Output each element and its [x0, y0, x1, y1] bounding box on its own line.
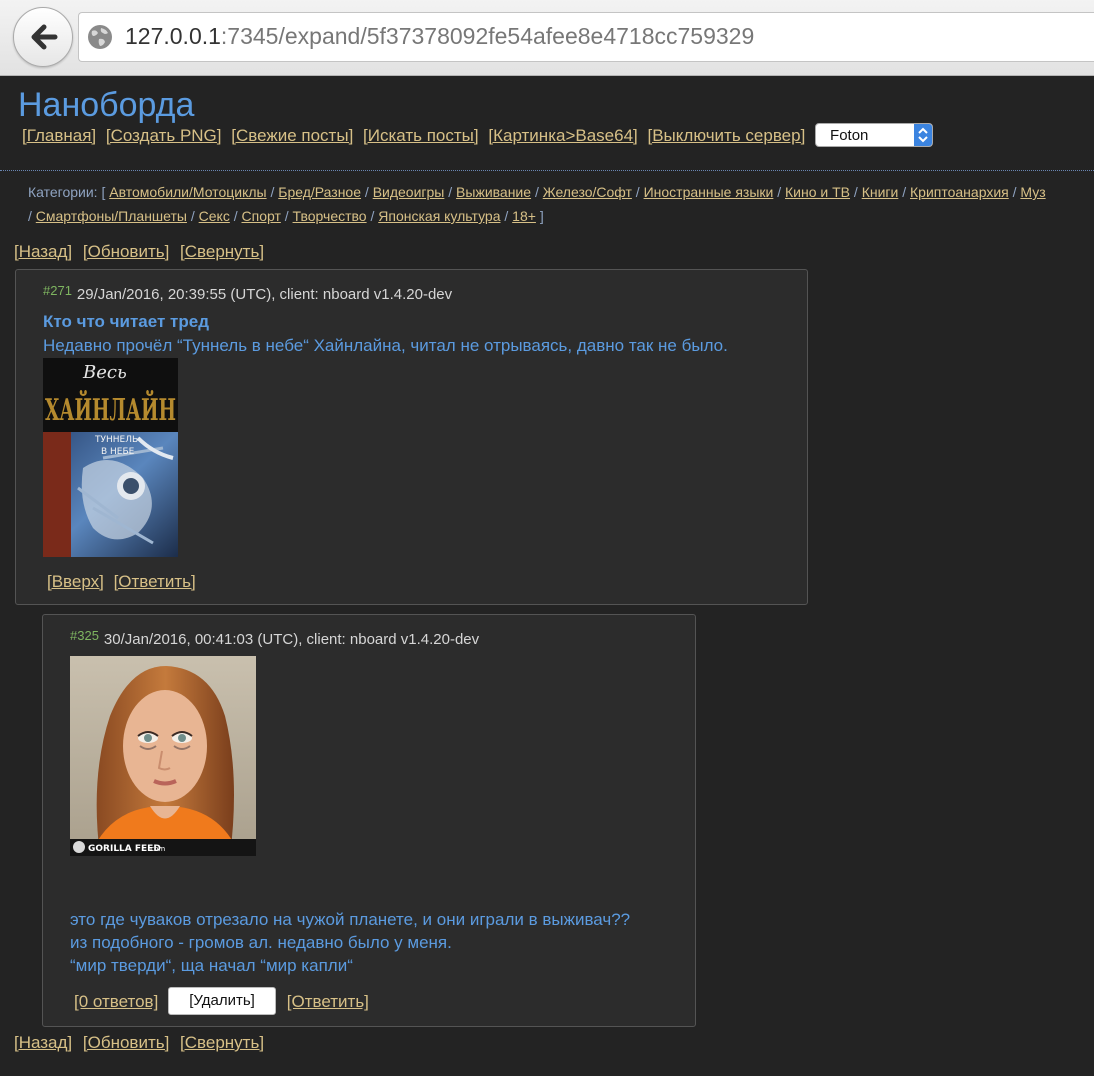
browser-toolbar: 127.0.0.1:7345/expand/5f37378092fe54afee…	[0, 0, 1094, 76]
refresh-link[interactable]: [Обновить]	[83, 1033, 169, 1052]
cover-series-text: Весь	[82, 362, 127, 383]
refresh-link[interactable]: [Обновить]	[83, 242, 169, 261]
post-meta: 29/Jan/2016, 20:39:55 (UTC), client: nbo…	[76, 286, 453, 303]
category-link[interactable]: Бред/Разное	[278, 184, 361, 200]
back-link[interactable]: [Назад]	[14, 1033, 72, 1052]
nav-home[interactable]: [Главная]	[22, 126, 96, 145]
categories-row-2: / Смартфоны/Планшеты / Секс / Спорт / Тв…	[28, 204, 1094, 228]
post-text-line: Недавно прочёл “Туннель в небе“ Хайнлайн…	[43, 336, 728, 355]
category-link[interactable]: Смартфоны/Планшеты	[36, 208, 187, 224]
separator: /	[233, 208, 238, 224]
page: Нанoборда [Главная] [Создать PNG] [Свежи…	[0, 76, 1094, 1076]
post-actions: [Вверх] [Ответить]	[47, 572, 201, 592]
category-link[interactable]: Видеоигры	[373, 184, 445, 200]
separator: /	[448, 184, 453, 200]
reply-link[interactable]: [Ответить]	[114, 572, 196, 591]
post-actions: [0 ответов] [Удалить] [Ответить]	[74, 987, 374, 1017]
categories-row-1: Категории: [ Автомобили/Мотоциклы / Бред…	[28, 180, 1094, 204]
post-subject: Кто что читает тред	[43, 312, 209, 331]
separator: /	[635, 184, 640, 200]
divider	[0, 170, 1094, 171]
category-link[interactable]: Кино и ТВ	[785, 184, 850, 200]
watermark-suffix: .com	[148, 845, 165, 853]
bracket-open: [	[101, 184, 106, 200]
nav-create-png[interactable]: [Создать PNG]	[106, 126, 222, 145]
theme-select-value: Foton	[830, 126, 869, 144]
category-link[interactable]: Японская культура	[378, 208, 500, 224]
post-header: #271 29/Jan/2016, 20:39:55 (UTC), client:…	[43, 283, 453, 303]
separator: /	[284, 208, 289, 224]
top-link[interactable]: [Вверх]	[47, 572, 104, 591]
categories-label: Категории:	[28, 184, 98, 200]
theme-select[interactable]: Foton	[815, 122, 934, 147]
cover-title-line-1: ТУННЕЛЬ	[94, 435, 138, 445]
main-nav: [Главная] [Создать PNG] [Свежие посты] […	[22, 122, 934, 147]
nav-image-base64[interactable]: [Картинка>Base64]	[488, 126, 637, 145]
post-text: Недавно прочёл “Туннель в небе“ Хайнлайн…	[43, 334, 728, 357]
separator: /	[190, 208, 195, 224]
back-arrow-icon	[31, 24, 58, 50]
reply-post: #325 30/Jan/2016, 00:41:03 (UTC), client:…	[42, 614, 696, 1027]
bracket-close: ]	[539, 208, 544, 224]
reply-link[interactable]: [Ответить]	[287, 992, 369, 1011]
address-bar[interactable]: 127.0.0.1:7345/expand/5f37378092fe54afee…	[78, 12, 1094, 62]
separator: /	[534, 184, 539, 200]
nav-search-posts[interactable]: [Искать посты]	[363, 126, 479, 145]
categories: Категории: [ Автомобили/Мотоциклы / Бред…	[28, 180, 1094, 228]
category-link[interactable]: Книги	[862, 184, 899, 200]
thread-toolbar-top: [Назад] [Обновить] [Свернуть]	[14, 242, 270, 262]
category-link[interactable]: Секс	[199, 208, 230, 224]
post-text-line: “мир тверди“, ща начал “мир капли“	[70, 956, 353, 975]
thread-toolbar-bottom: [Назад] [Обновить] [Свернуть]	[14, 1033, 270, 1053]
book-cover-image[interactable]: Весь ХАЙНЛАЙН ТУННЕЛЬ В НЕБЕ	[43, 358, 178, 557]
collapse-link[interactable]: [Свернуть]	[180, 242, 264, 261]
category-link[interactable]: Выживание	[456, 184, 531, 200]
nav-shutdown-server[interactable]: [Выключить сервер]	[648, 126, 806, 145]
separator: /	[853, 184, 858, 200]
separator: /	[364, 184, 369, 200]
back-link[interactable]: [Назад]	[14, 242, 72, 261]
back-button[interactable]	[13, 7, 73, 67]
post-text-line: это где чуваков отрезало на чужой планет…	[70, 910, 631, 929]
select-arrows-icon	[914, 123, 933, 146]
category-link[interactable]: Автомобили/Мотоциклы	[109, 184, 266, 200]
separator: /	[370, 208, 375, 224]
photo-image[interactable]: GORILLA FEED .com	[70, 656, 256, 856]
post-number[interactable]: #325	[70, 628, 99, 643]
category-link[interactable]: Иностранные языки	[644, 184, 774, 200]
delete-button[interactable]: [Удалить]	[168, 987, 277, 1015]
nav-fresh-posts[interactable]: [Свежие посты]	[231, 126, 353, 145]
category-link[interactable]: Творчество	[293, 208, 367, 224]
category-link[interactable]: 18+	[512, 208, 536, 224]
url-text: 127.0.0.1:7345/expand/5f37378092fe54afee…	[125, 23, 755, 49]
replies-link[interactable]: [0 ответов]	[74, 992, 158, 1011]
post: #271 29/Jan/2016, 20:39:55 (UTC), client:…	[15, 269, 808, 605]
collapse-link[interactable]: [Свернуть]	[180, 1033, 264, 1052]
cover-author-text: ХАЙНЛАЙН	[45, 390, 176, 428]
post-header: #325 30/Jan/2016, 00:41:03 (UTC), client:…	[70, 628, 480, 648]
category-link[interactable]: Криптоанархия	[910, 184, 1009, 200]
category-link[interactable]: Спорт	[242, 208, 281, 224]
cover-title-line-2: В НЕБЕ	[101, 447, 135, 457]
separator: /	[270, 184, 275, 200]
separator: /	[902, 184, 907, 200]
post-meta: 30/Jan/2016, 00:41:03 (UTC), client: nbo…	[103, 631, 480, 648]
separator: /	[504, 208, 509, 224]
category-link[interactable]: Муз	[1020, 184, 1045, 200]
category-link[interactable]: Железо/Софт	[543, 184, 632, 200]
separator: /	[1012, 184, 1017, 200]
site-title: Нанoборда	[18, 86, 195, 124]
separator: /	[777, 184, 782, 200]
globe-icon	[88, 25, 112, 49]
post-number[interactable]: #271	[43, 283, 72, 298]
post-text: это где чуваков отрезало на чужой планет…	[70, 908, 630, 977]
post-text-line: из подобного - громов ал. недавно было у…	[70, 933, 452, 952]
separator: /	[28, 208, 32, 224]
